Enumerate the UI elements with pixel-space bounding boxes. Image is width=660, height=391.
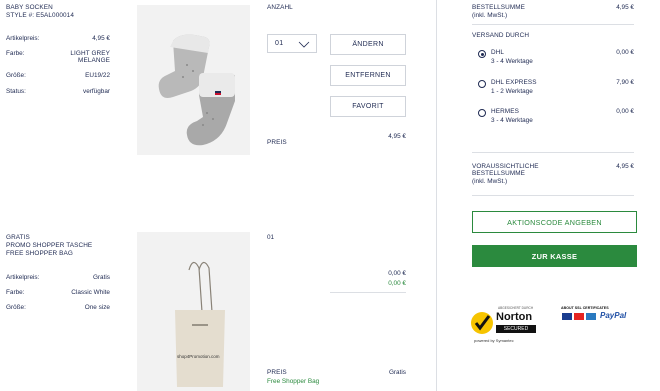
product-image-socks[interactable] [137,5,250,155]
detail-label: Status: [6,88,26,95]
subtotal-note: (inkl. MwSt.) [472,12,508,19]
norton-secured-badge[interactable]: ABGESICHERT DURCH Norton SECURED powered… [470,306,540,346]
promo-note: Free Shopper Bag [267,378,320,385]
item-name: BABY SOCKEN [6,4,53,11]
quantity-select[interactable]: 01 [267,34,317,53]
item-free-label: GRATIS [6,234,30,241]
total-label-line2: BESTELLSUMME [472,170,526,177]
detail-value-price: 4,95 € [92,35,110,42]
item-subtitle: FREE SHOPPER BAG [6,250,73,257]
chevron-down-icon [298,41,310,48]
detail-label: Größe: [6,72,26,79]
price-label: PREIS [267,369,287,376]
column-divider [436,0,437,391]
promo-code-button[interactable]: AKTIONSCODE ANGEBEN [472,211,637,233]
mastercard-icon [574,313,584,320]
remove-button[interactable]: ENTFERNEN [330,65,406,86]
price-label: PREIS [267,139,287,146]
radio-selected[interactable] [478,50,486,58]
shipping-option-hermes[interactable]: HERMES 3 - 4 Werktage 0,00 € [478,108,638,128]
shipping-time: 3 - 4 Werktage [491,117,533,124]
product-image-tote-bag[interactable] [137,232,250,391]
item-discounted-price: 0,00 € [388,280,406,287]
radio-unselected[interactable] [478,80,486,88]
total-note: (inkl. MwSt.) [472,178,508,185]
shipping-option-dhl[interactable]: DHL 3 - 4 Werktage 0,00 € [478,49,638,69]
norton-top-text: ABGESICHERT DURCH [498,306,534,310]
detail-value-size: EU19/22 [85,72,110,79]
detail-value-status: verfügbar [83,88,110,95]
item-price: 4,95 € [388,133,406,140]
visa-icon [562,313,572,320]
quantity-label: ANZAHL [267,4,293,11]
detail-value-color: LIGHT GREY MELANGE [70,50,110,65]
amex-icon [586,313,596,320]
norton-powered-text: powered by Symantec [474,338,514,343]
detail-label: Artikelpreis: [6,274,40,281]
shipping-name: HERMES [491,108,519,115]
checkout-button[interactable]: ZUR KASSE [472,245,637,267]
total-value: 4,95 € [616,163,634,170]
item-style-number: STYLE #: E5AL000014 [6,12,74,19]
shipping-time: 1 - 2 Werktage [491,88,533,95]
quantity-value: 01 [275,40,284,47]
shipping-title: VERSAND DURCH [472,32,530,39]
subtotal-label: BESTELLSUMME [472,4,526,11]
norton-name: Norton [496,311,533,323]
payments-title: ABOUT SSL CERTIFICATES [561,306,609,310]
radio-unselected[interactable] [478,109,486,117]
item-price: 0,00 € [388,270,406,277]
item-name: PROMO SHOPPER TASCHE [6,242,93,249]
shipping-time: 3 - 4 Werktage [491,58,533,65]
detail-value-size: One size [84,304,110,311]
detail-label: Farbe: [6,50,25,57]
bag-print-text: shop4Promotion.com [177,354,220,359]
tote-bag-illustration [175,261,225,387]
shipping-price: 0,00 € [616,49,634,56]
shipping-price: 0,00 € [616,108,634,115]
summary-divider [472,24,634,25]
detail-label: Farbe: [6,289,25,296]
norton-check-icon [471,312,493,334]
change-button[interactable]: ÄNDERN [330,34,406,55]
detail-label: Größe: [6,304,26,311]
detail-value-color: Classic White [71,289,110,296]
summary-divider [472,195,634,196]
detail-label: Artikelpreis: [6,35,40,42]
summary-divider [472,152,634,153]
price-divider [330,292,406,293]
favorite-button[interactable]: FAVORIT [330,96,406,117]
shipping-name: DHL EXPRESS [491,79,537,86]
quantity-value: 01 [267,234,275,241]
paypal-logo: PayPal [600,311,627,320]
socks-illustration [158,34,235,146]
norton-secured-label: SECURED [496,325,536,333]
shipping-option-dhl-express[interactable]: DHL EXPRESS 1 - 2 Werktage 7,90 € [478,79,638,99]
item-price: Gratis [388,369,406,376]
shipping-name: DHL [491,49,505,56]
shipping-price: 7,90 € [616,79,634,86]
detail-value-price: Gratis [92,274,110,281]
subtotal-value: 4,95 € [616,4,634,11]
